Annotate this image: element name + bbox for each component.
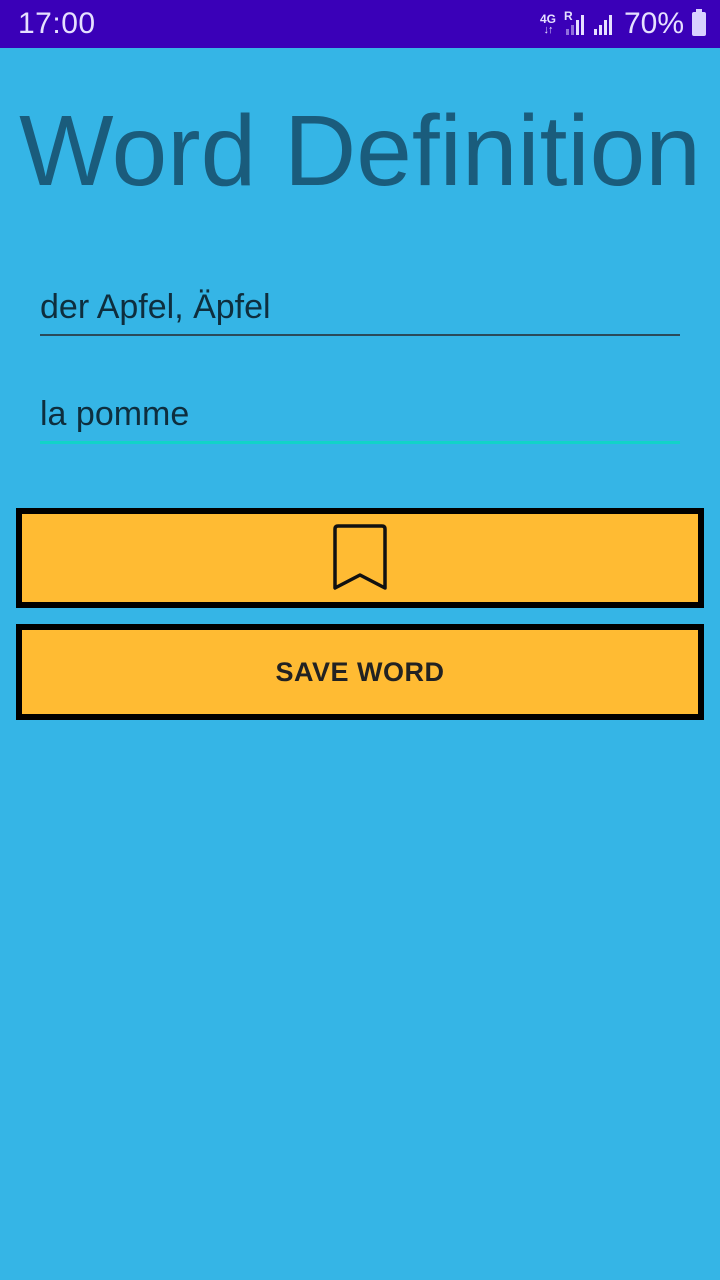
signal-roaming-icon: R xyxy=(563,9,586,37)
network-type-label: 4G xyxy=(539,11,556,26)
status-icons: 4G ↓↑ R 70% xyxy=(540,6,706,42)
save-word-button[interactable]: SAVE WORD xyxy=(16,624,704,720)
network-4g-icon: 4G ↓↑ xyxy=(540,13,556,36)
signal-icon xyxy=(592,11,614,37)
bookmark-button[interactable] xyxy=(16,508,704,608)
battery-icon xyxy=(692,9,706,36)
battery-percent: 70% xyxy=(623,7,684,40)
page-title: Word Definition xyxy=(19,95,701,207)
network-arrows-icon: ↓↑ xyxy=(543,23,553,36)
roaming-label: R xyxy=(563,9,573,23)
bookmark-icon xyxy=(333,524,387,590)
word-input[interactable] xyxy=(40,280,680,336)
definition-input[interactable] xyxy=(40,388,680,444)
status-time: 17:00 xyxy=(18,7,96,40)
status-bar: 17:00 4G ↓↑ R 70% xyxy=(0,0,720,48)
